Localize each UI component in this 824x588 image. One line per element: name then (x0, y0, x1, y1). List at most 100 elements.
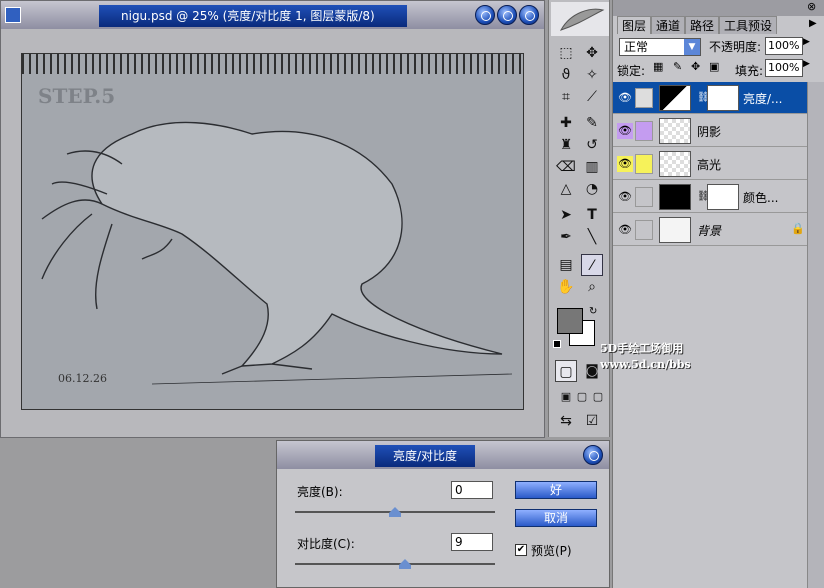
eyedropper-tool-icon[interactable]: ⁄ (581, 254, 603, 276)
layer-name: 颜色... (743, 191, 779, 205)
notes-tool-icon[interactable]: ▤ (555, 254, 577, 276)
sketch-date: 06.12.26 (58, 372, 107, 385)
feather-logo[interactable] (551, 2, 609, 36)
brightness-field[interactable]: 0 (451, 481, 493, 499)
layer-row-brightness[interactable]: 👁 ⛓ 亮度/... (613, 82, 807, 114)
brightness-slider-thumb[interactable] (389, 507, 401, 517)
standard-mode-icon[interactable]: ▢ (555, 360, 577, 382)
default-colors-icon[interactable] (553, 340, 561, 348)
opacity-arrow-icon[interactable]: ▶ (803, 37, 810, 47)
link-cell[interactable] (635, 187, 653, 207)
link-cell[interactable] (635, 154, 653, 174)
gradient-tool-icon[interactable]: ▥ (581, 156, 603, 178)
tab-paths[interactable]: 路径 (685, 16, 720, 34)
link-cell[interactable] (635, 121, 653, 141)
link-cell[interactable] (635, 220, 653, 240)
path-select-icon[interactable]: ➤ (555, 204, 577, 226)
type-tool-icon[interactable]: T (581, 204, 603, 226)
preview-checkbox[interactable]: ✔ (515, 544, 527, 556)
magic-wand-icon[interactable]: ✧ (581, 64, 603, 86)
watermark: 5D手绘工场御用 www.5d.cn/bbs (600, 341, 691, 373)
canvas[interactable]: STEP.5 06.12.26 (21, 53, 524, 410)
lasso-tool-icon[interactable]: ϑ (555, 64, 577, 86)
layer-thumbnail (659, 217, 691, 243)
dialog-title: 亮度/对比度 (375, 445, 475, 467)
lock-pixels-icon[interactable]: ✎ (673, 60, 682, 73)
lock-transparency-icon[interactable]: ▦ (653, 60, 663, 73)
dodge-tool-icon[interactable]: ◔ (581, 178, 603, 200)
maximize-button[interactable] (497, 5, 517, 25)
layer-mask-indicator-icon[interactable] (635, 88, 653, 108)
healing-brush-icon[interactable]: ✚ (555, 112, 577, 134)
blur-tool-icon[interactable]: △ (555, 178, 577, 200)
history-brush-icon[interactable]: ↺ (581, 134, 603, 156)
panel-titlebar[interactable] (613, 0, 824, 16)
foreground-color-swatch[interactable] (557, 308, 583, 334)
panel-menu-icon[interactable]: ▶ (809, 18, 817, 29)
brightness-contrast-dialog: 亮度/对比度 亮度(B): 0 对比度(C): 9 好 取消 ✔ 预览(P) (276, 440, 610, 588)
fill-thumbnail (659, 184, 691, 210)
contrast-field[interactable]: 9 (451, 533, 493, 551)
document-title: nigu.psd @ 25% (亮度/对比度 1, 图层蒙版/8) (99, 5, 407, 27)
watermark-line1: 5D手绘工场御用 (600, 342, 684, 355)
panel-tabs: 图层 通道 路径 工具预设 (617, 16, 778, 34)
layer-row-background[interactable]: 👁 背景 🔒 (613, 214, 807, 246)
eye-icon[interactable]: 👁 (617, 90, 633, 106)
eye-icon[interactable]: 👁 (617, 123, 633, 139)
watermark-line2: www.5d.cn/bbs (600, 358, 691, 371)
panel-close-icon[interactable]: ⊗ (807, 0, 816, 13)
eye-icon[interactable]: 👁 (617, 222, 633, 238)
fill-field[interactable]: 100% (765, 59, 803, 77)
layer-mask-thumbnail[interactable] (707, 85, 739, 111)
slice-tool-icon[interactable]: ⟋ (581, 86, 603, 108)
tab-layers[interactable]: 图层 (617, 16, 652, 34)
layer-name: 高光 (697, 158, 722, 172)
brush-tool-icon[interactable]: ✎ (581, 112, 603, 134)
preview-label: 预览(P) (531, 544, 572, 558)
layer-row-shadow[interactable]: 👁 阴影 (613, 115, 807, 147)
lock-all-icon[interactable]: ▣ (709, 60, 719, 73)
screen-mode-full-icon[interactable]: ▢ (587, 386, 609, 408)
move-tool-icon[interactable]: ✥ (581, 42, 603, 64)
lock-position-icon[interactable]: ✥ (691, 60, 700, 73)
clone-stamp-icon[interactable]: ♜ (555, 134, 577, 156)
document-window: nigu.psd @ 25% (亮度/对比度 1, 图层蒙版/8) STEP.5… (0, 0, 545, 438)
layers-scrollbar[interactable] (807, 82, 824, 588)
contrast-slider-track[interactable] (295, 563, 495, 565)
swap-colors-icon[interactable]: ↻ (589, 306, 597, 317)
layers-panel: ⊗ 图层 通道 路径 工具预设 ▶ 正常 ▼ 不透明度: 100% ▶ 锁定: … (612, 0, 824, 588)
line-tool-icon[interactable]: ╲ (581, 226, 603, 248)
layer-row-color[interactable]: 👁 ⛓ 颜色... (613, 181, 807, 213)
eye-icon[interactable]: 👁 (617, 156, 633, 172)
chevron-down-icon[interactable]: ▼ (684, 39, 700, 55)
layer-name: 背景 (697, 224, 722, 238)
layer-thumbnail (659, 118, 691, 144)
blend-mode-select[interactable]: 正常 ▼ (619, 38, 701, 56)
minimize-button[interactable] (475, 5, 495, 25)
hand-tool-icon[interactable]: ✋ (555, 276, 577, 298)
close-button[interactable] (519, 5, 539, 25)
cancel-button[interactable]: 取消 (515, 509, 597, 527)
ok-button[interactable]: 好 (515, 481, 597, 499)
opacity-field[interactable]: 100% (765, 37, 803, 55)
tab-channels[interactable]: 通道 (651, 16, 686, 34)
fill-arrow-icon[interactable]: ▶ (803, 59, 810, 69)
jump-to-imageready-icon[interactable]: ⇆ (555, 410, 577, 432)
marquee-tool-icon[interactable]: ⬚ (555, 42, 577, 64)
checkbox-tool-icon[interactable]: ☑ (581, 410, 603, 432)
dialog-close-button[interactable] (583, 445, 603, 465)
adjustment-thumbnail (659, 85, 691, 111)
layer-mask-thumbnail[interactable] (707, 184, 739, 210)
creature-sketch (41, 121, 513, 385)
layer-row-highlight[interactable]: 👁 高光 (613, 148, 807, 180)
zoom-tool-icon[interactable]: ⌕ (581, 276, 603, 298)
layer-thumbnail (659, 151, 691, 177)
contrast-slider-thumb[interactable] (399, 559, 411, 569)
layer-name: 亮度/... (743, 92, 783, 106)
fill-label: 填充: (735, 64, 764, 78)
eye-icon[interactable]: 👁 (617, 189, 633, 205)
tab-tool-presets[interactable]: 工具预设 (719, 16, 778, 34)
crop-tool-icon[interactable]: ⌗ (555, 86, 577, 108)
eraser-tool-icon[interactable]: ⌫ (555, 156, 577, 178)
pen-tool-icon[interactable]: ✒ (555, 226, 577, 248)
